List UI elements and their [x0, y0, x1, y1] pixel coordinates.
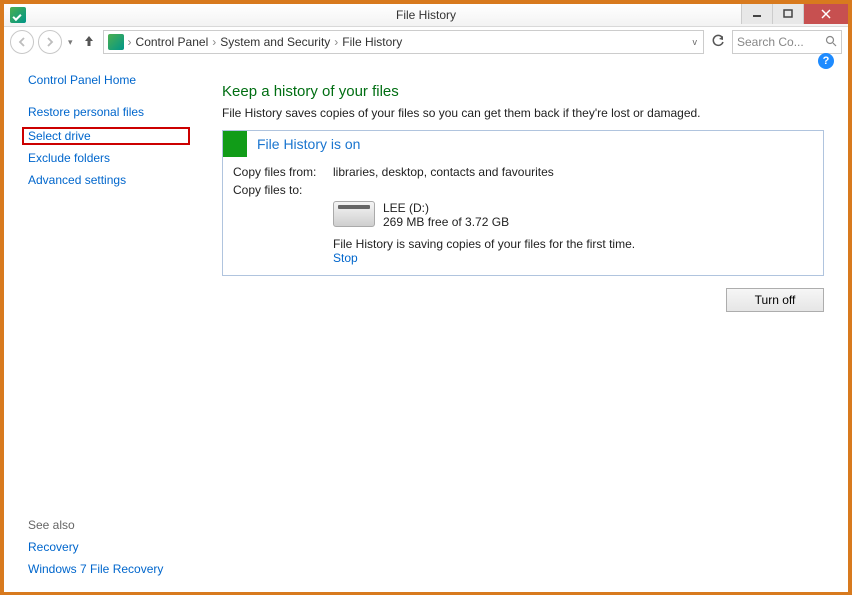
chevron-right-icon[interactable]: ›: [334, 35, 338, 49]
window-title: File History: [4, 8, 848, 22]
breadcrumb-mid[interactable]: System and Security: [220, 35, 330, 49]
control-panel-icon: [108, 34, 124, 50]
chevron-right-icon[interactable]: ›: [128, 35, 132, 49]
sidebar-item-exclude[interactable]: Exclude folders: [28, 151, 190, 165]
addressbar[interactable]: › Control Panel › System and Security › …: [103, 30, 704, 54]
copy-to-label: Copy files to:: [233, 183, 333, 197]
saving-text: File History is saving copies of your fi…: [333, 237, 813, 251]
drive-name: LEE (D:): [383, 201, 509, 215]
drive-space: 269 MB free of 3.72 GB: [383, 215, 509, 229]
sidebar-item-win7-recovery[interactable]: Windows 7 File Recovery: [28, 562, 190, 576]
page-heading: Keep a history of your files: [222, 83, 824, 100]
titlebar: File History: [4, 4, 848, 27]
status-text: File History is on: [247, 136, 360, 152]
sidebar-item-recovery[interactable]: Recovery: [28, 540, 190, 554]
help-icon[interactable]: ?: [818, 53, 834, 69]
turn-off-button[interactable]: Turn off: [726, 288, 824, 312]
copy-from-label: Copy files from:: [233, 165, 333, 179]
sidebar-item-advanced[interactable]: Advanced settings: [28, 173, 190, 187]
breadcrumb-leaf[interactable]: File History: [342, 35, 402, 49]
maximize-button[interactable]: [772, 4, 803, 24]
forward-button[interactable]: [38, 30, 62, 54]
refresh-button[interactable]: [708, 34, 728, 51]
sidebar-item-restore[interactable]: Restore personal files: [28, 105, 190, 119]
see-also-label: See also: [28, 518, 190, 532]
sidebar-home[interactable]: Control Panel Home: [28, 73, 190, 87]
breadcrumb-root[interactable]: Control Panel: [136, 35, 209, 49]
page-subtext: File History saves copies of your files …: [222, 106, 824, 120]
close-button[interactable]: [803, 4, 848, 24]
navbar: ▾ › Control Panel › System and Security …: [4, 27, 848, 57]
sidebar: Control Panel Home Restore personal file…: [4, 57, 204, 592]
drive-icon: [333, 201, 375, 227]
search-placeholder: Search Co...: [737, 35, 804, 49]
back-button[interactable]: [10, 30, 34, 54]
up-button[interactable]: [79, 34, 99, 51]
minimize-button[interactable]: [741, 4, 772, 24]
sidebar-item-select-drive[interactable]: Select drive: [28, 129, 158, 143]
search-icon: [825, 35, 837, 50]
highlight-box: Select drive: [22, 127, 190, 145]
status-on-icon: [223, 131, 247, 157]
history-dropdown-icon[interactable]: ▾: [66, 37, 75, 48]
address-dropdown-icon[interactable]: v: [693, 37, 700, 47]
status-panel: File History is on Copy files from: libr…: [222, 130, 824, 276]
copy-from-value: libraries, desktop, contacts and favouri…: [333, 165, 554, 179]
search-input[interactable]: Search Co...: [732, 30, 842, 54]
main-content: ? Keep a history of your files File Hist…: [204, 57, 848, 592]
chevron-right-icon[interactable]: ›: [212, 35, 216, 49]
stop-link[interactable]: Stop: [333, 251, 358, 265]
